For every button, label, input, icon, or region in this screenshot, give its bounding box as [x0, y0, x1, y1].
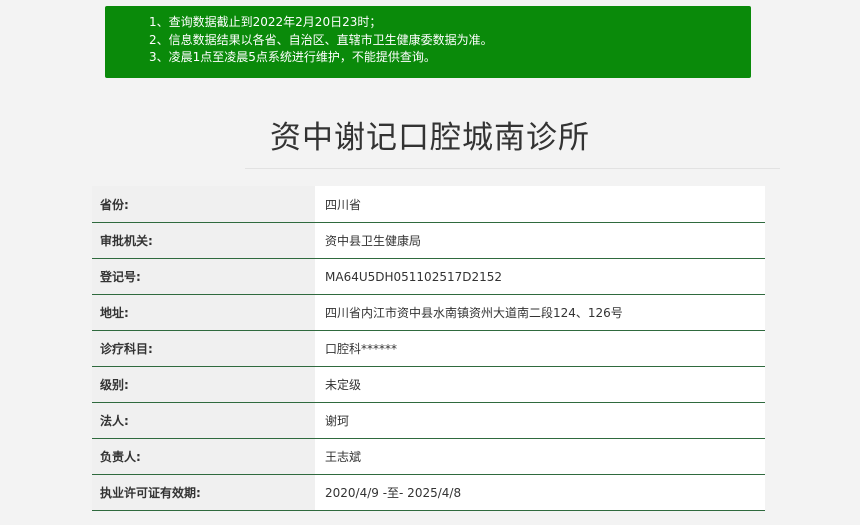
notice-line-3: 3、凌晨1点至凌晨5点系统进行维护，不能提供查询。	[149, 50, 436, 64]
notice-line-1: 1、查询数据截止到2022年2月20日23时；	[149, 15, 382, 29]
table-row-person-in-charge: 负责人: 王志斌	[92, 439, 765, 475]
row-value: 王志斌	[315, 439, 765, 474]
row-label: 级别:	[92, 367, 315, 402]
table-row-license-validity: 执业许可证有效期: 2020/4/9 -至- 2025/4/8	[92, 475, 765, 511]
row-label: 负责人:	[92, 439, 315, 474]
row-value: 谢珂	[315, 403, 765, 438]
notice-banner: 1、查询数据截止到2022年2月20日23时； 2、信息数据结果以各省、自治区、…	[105, 6, 751, 78]
info-table: 省份: 四川省 审批机关: 资中县卫生健康局 登记号: MA64U5DH0511…	[92, 186, 765, 511]
table-row-registration-number: 登记号: MA64U5DH051102517D2152	[92, 259, 765, 295]
table-row-legal-person: 法人: 谢珂	[92, 403, 765, 439]
row-label: 执业许可证有效期:	[92, 475, 315, 510]
row-value: MA64U5DH051102517D2152	[315, 259, 765, 294]
row-value: 资中县卫生健康局	[315, 223, 765, 258]
table-row-departments: 诊疗科目: 口腔科******	[92, 331, 765, 367]
row-label: 地址:	[92, 295, 315, 330]
row-value: 未定级	[315, 367, 765, 402]
title-divider	[245, 168, 780, 169]
table-row-approval-authority: 审批机关: 资中县卫生健康局	[92, 223, 765, 259]
row-label: 法人:	[92, 403, 315, 438]
row-label: 诊疗科目:	[92, 331, 315, 366]
row-value: 四川省内江市资中县水南镇资州大道南二段124、126号	[315, 295, 765, 330]
row-value: 2020/4/9 -至- 2025/4/8	[315, 475, 765, 510]
row-value: 口腔科******	[315, 331, 765, 366]
notice-line-2: 2、信息数据结果以各省、自治区、直辖市卫生健康委数据为准。	[149, 32, 493, 47]
table-row-province: 省份: 四川省	[92, 186, 765, 223]
table-row-address: 地址: 四川省内江市资中县水南镇资州大道南二段124、126号	[92, 295, 765, 331]
row-label: 登记号:	[92, 259, 315, 294]
page-title: 资中谢记口腔城南诊所	[270, 120, 590, 156]
row-label: 审批机关:	[92, 223, 315, 258]
table-row-level: 级别: 未定级	[92, 367, 765, 403]
row-value: 四川省	[315, 186, 765, 222]
row-label: 省份:	[92, 186, 315, 222]
